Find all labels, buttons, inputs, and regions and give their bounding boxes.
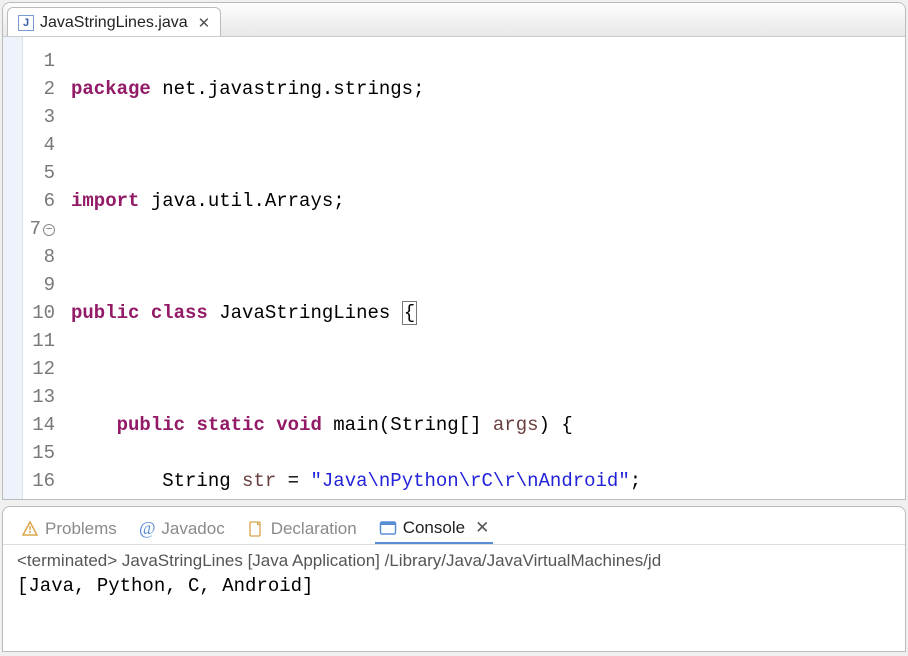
editor-pane: J JavaStringLines.java ✕ 1234567−8910111… (2, 2, 906, 500)
close-icon[interactable]: ✕ (471, 518, 489, 538)
tab-declaration[interactable]: Declaration (243, 515, 361, 543)
line-number: 10 (23, 299, 55, 327)
line-number: 16 (23, 467, 55, 495)
problems-icon (21, 520, 39, 538)
console-icon (379, 519, 397, 537)
editor-tab-filename: JavaStringLines.java (40, 14, 188, 32)
indent (71, 470, 162, 492)
console-launch-info: <terminated> JavaStringLines [Java Appli… (3, 545, 905, 573)
bottom-pane: Problems @ Javadoc Declaration Console ✕… (2, 506, 906, 652)
close-icon[interactable]: ✕ (194, 14, 211, 32)
java-file-icon: J (18, 15, 34, 31)
method-sig: main(String[] (322, 414, 493, 436)
line-number: 6 (23, 187, 55, 215)
keyword: public (117, 414, 185, 436)
variable: str (242, 470, 276, 492)
keyword: class (151, 302, 208, 324)
line-number: 8 (23, 243, 55, 271)
param: args (493, 414, 539, 436)
tab-label: Declaration (271, 519, 357, 539)
code-text: String (162, 470, 242, 492)
line-number: 9 (23, 271, 55, 299)
keyword: void (276, 414, 322, 436)
line-number: 5 (23, 159, 55, 187)
matched-brace: { (402, 301, 417, 325)
editor-tab-bar: J JavaStringLines.java ✕ (3, 3, 905, 37)
tab-label: Console (403, 518, 465, 538)
line-number: 1 (23, 47, 55, 75)
line-number: 12 (23, 355, 55, 383)
declaration-icon (247, 520, 265, 538)
line-number: 3 (23, 103, 55, 131)
tab-console[interactable]: Console ✕ (375, 514, 494, 544)
code-text: net.javastring.strings; (151, 78, 425, 100)
line-number: 4 (23, 131, 55, 159)
code-text: ; (630, 470, 641, 492)
line-number: 15 (23, 439, 55, 467)
tab-label: Problems (45, 519, 117, 539)
console-output[interactable]: [Java, Python, C, Android] (3, 573, 905, 599)
line-number: 7− (23, 215, 55, 243)
code-text: ) { (539, 414, 573, 436)
line-number: 13 (23, 383, 55, 411)
tab-javadoc[interactable]: @ Javadoc (135, 514, 229, 543)
class-name: JavaStringLines (208, 302, 402, 324)
line-number: 2 (23, 75, 55, 103)
javadoc-icon: @ (139, 518, 156, 539)
editor-tab-active[interactable]: J JavaStringLines.java ✕ (7, 7, 221, 36)
marker-strip (3, 37, 23, 499)
line-number: 11 (23, 327, 55, 355)
code-text: java.util.Arrays; (139, 190, 344, 212)
keyword: public (71, 302, 139, 324)
line-number-gutter: 1234567−8910111213141516 (23, 37, 63, 499)
keyword: package (71, 78, 151, 100)
indent (71, 414, 117, 436)
string-literal: "Java\nPython\rC\r\nAndroid" (310, 470, 629, 492)
keyword: import (71, 190, 139, 212)
tab-label: Javadoc (161, 519, 224, 539)
code-text: = (276, 470, 310, 492)
tab-problems[interactable]: Problems (17, 515, 121, 543)
source-code[interactable]: package net.javastring.strings; import j… (63, 37, 905, 499)
code-area: 1234567−8910111213141516 package net.jav… (3, 37, 905, 499)
keyword: static (196, 414, 264, 436)
fold-toggle-icon[interactable]: − (43, 224, 55, 236)
bottom-view-tabs: Problems @ Javadoc Declaration Console ✕ (3, 507, 905, 545)
line-number: 14 (23, 411, 55, 439)
